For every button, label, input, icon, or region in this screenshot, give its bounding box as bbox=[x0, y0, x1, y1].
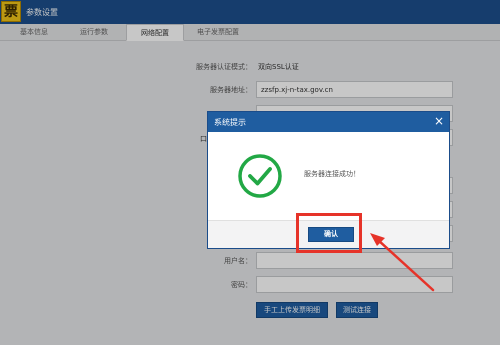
annotation-arrow-icon bbox=[370, 233, 435, 292]
